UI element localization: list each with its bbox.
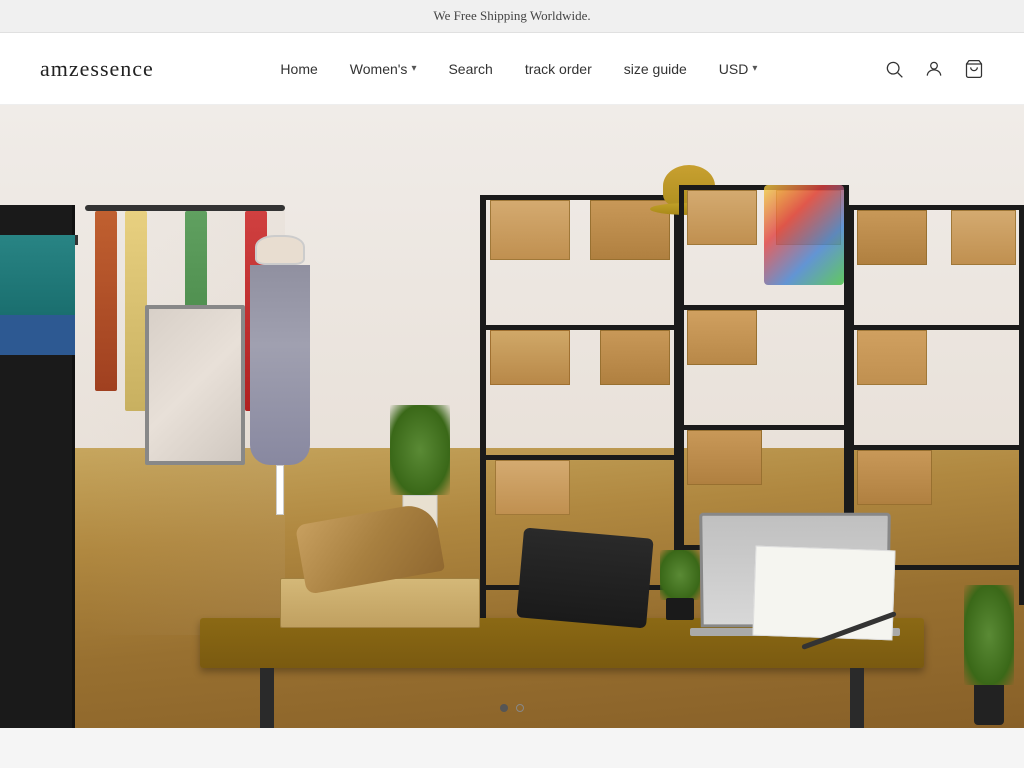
currency-selector[interactable]: USD ▾ — [719, 61, 758, 77]
carousel-dot-2[interactable] — [516, 704, 524, 712]
hero-section — [0, 105, 1024, 728]
nav-womens-label: Women's — [350, 61, 408, 77]
mannequin-stand — [276, 465, 284, 515]
nav-size-guide[interactable]: size guide — [624, 61, 687, 77]
tablet — [516, 528, 653, 629]
cloth-2 — [125, 211, 147, 411]
site-header: amzessence Home Women's ▾ Search track o… — [0, 33, 1024, 105]
nav-search[interactable]: Search — [448, 61, 492, 77]
chevron-down-icon: ▾ — [411, 63, 416, 74]
mannequin — [240, 235, 320, 515]
account-icon[interactable] — [924, 59, 944, 79]
clothing-teal — [0, 235, 75, 315]
carousel-dot-1[interactable] — [500, 704, 508, 712]
clothing-rack-bar — [75, 235, 78, 245]
notebook — [752, 546, 895, 641]
right-plant — [964, 585, 1014, 725]
mannequin-hat — [255, 235, 305, 265]
header-icons — [884, 59, 984, 79]
currency-chevron-icon: ▾ — [752, 63, 757, 74]
main-nav: Home Women's ▾ Search track order size g… — [280, 61, 757, 77]
plant-left-leaves — [390, 405, 450, 495]
currency-label: USD — [719, 61, 749, 77]
table-plant — [660, 550, 700, 620]
cart-icon[interactable] — [964, 59, 984, 79]
cloth-1 — [95, 211, 117, 391]
mirror — [145, 305, 245, 465]
search-icon[interactable] — [884, 59, 904, 79]
mannequin-dress — [250, 265, 310, 465]
nav-womens[interactable]: Women's ▾ — [350, 61, 417, 77]
nav-home[interactable]: Home — [280, 61, 317, 77]
announcement-bar: We Free Shipping Worldwide. — [0, 0, 1024, 33]
carousel-dots — [500, 704, 524, 712]
logo[interactable]: amzessence — [40, 56, 154, 82]
nav-track-order[interactable]: track order — [525, 61, 592, 77]
announcement-text: We Free Shipping Worldwide. — [433, 8, 590, 23]
clothing-blue — [0, 315, 75, 355]
